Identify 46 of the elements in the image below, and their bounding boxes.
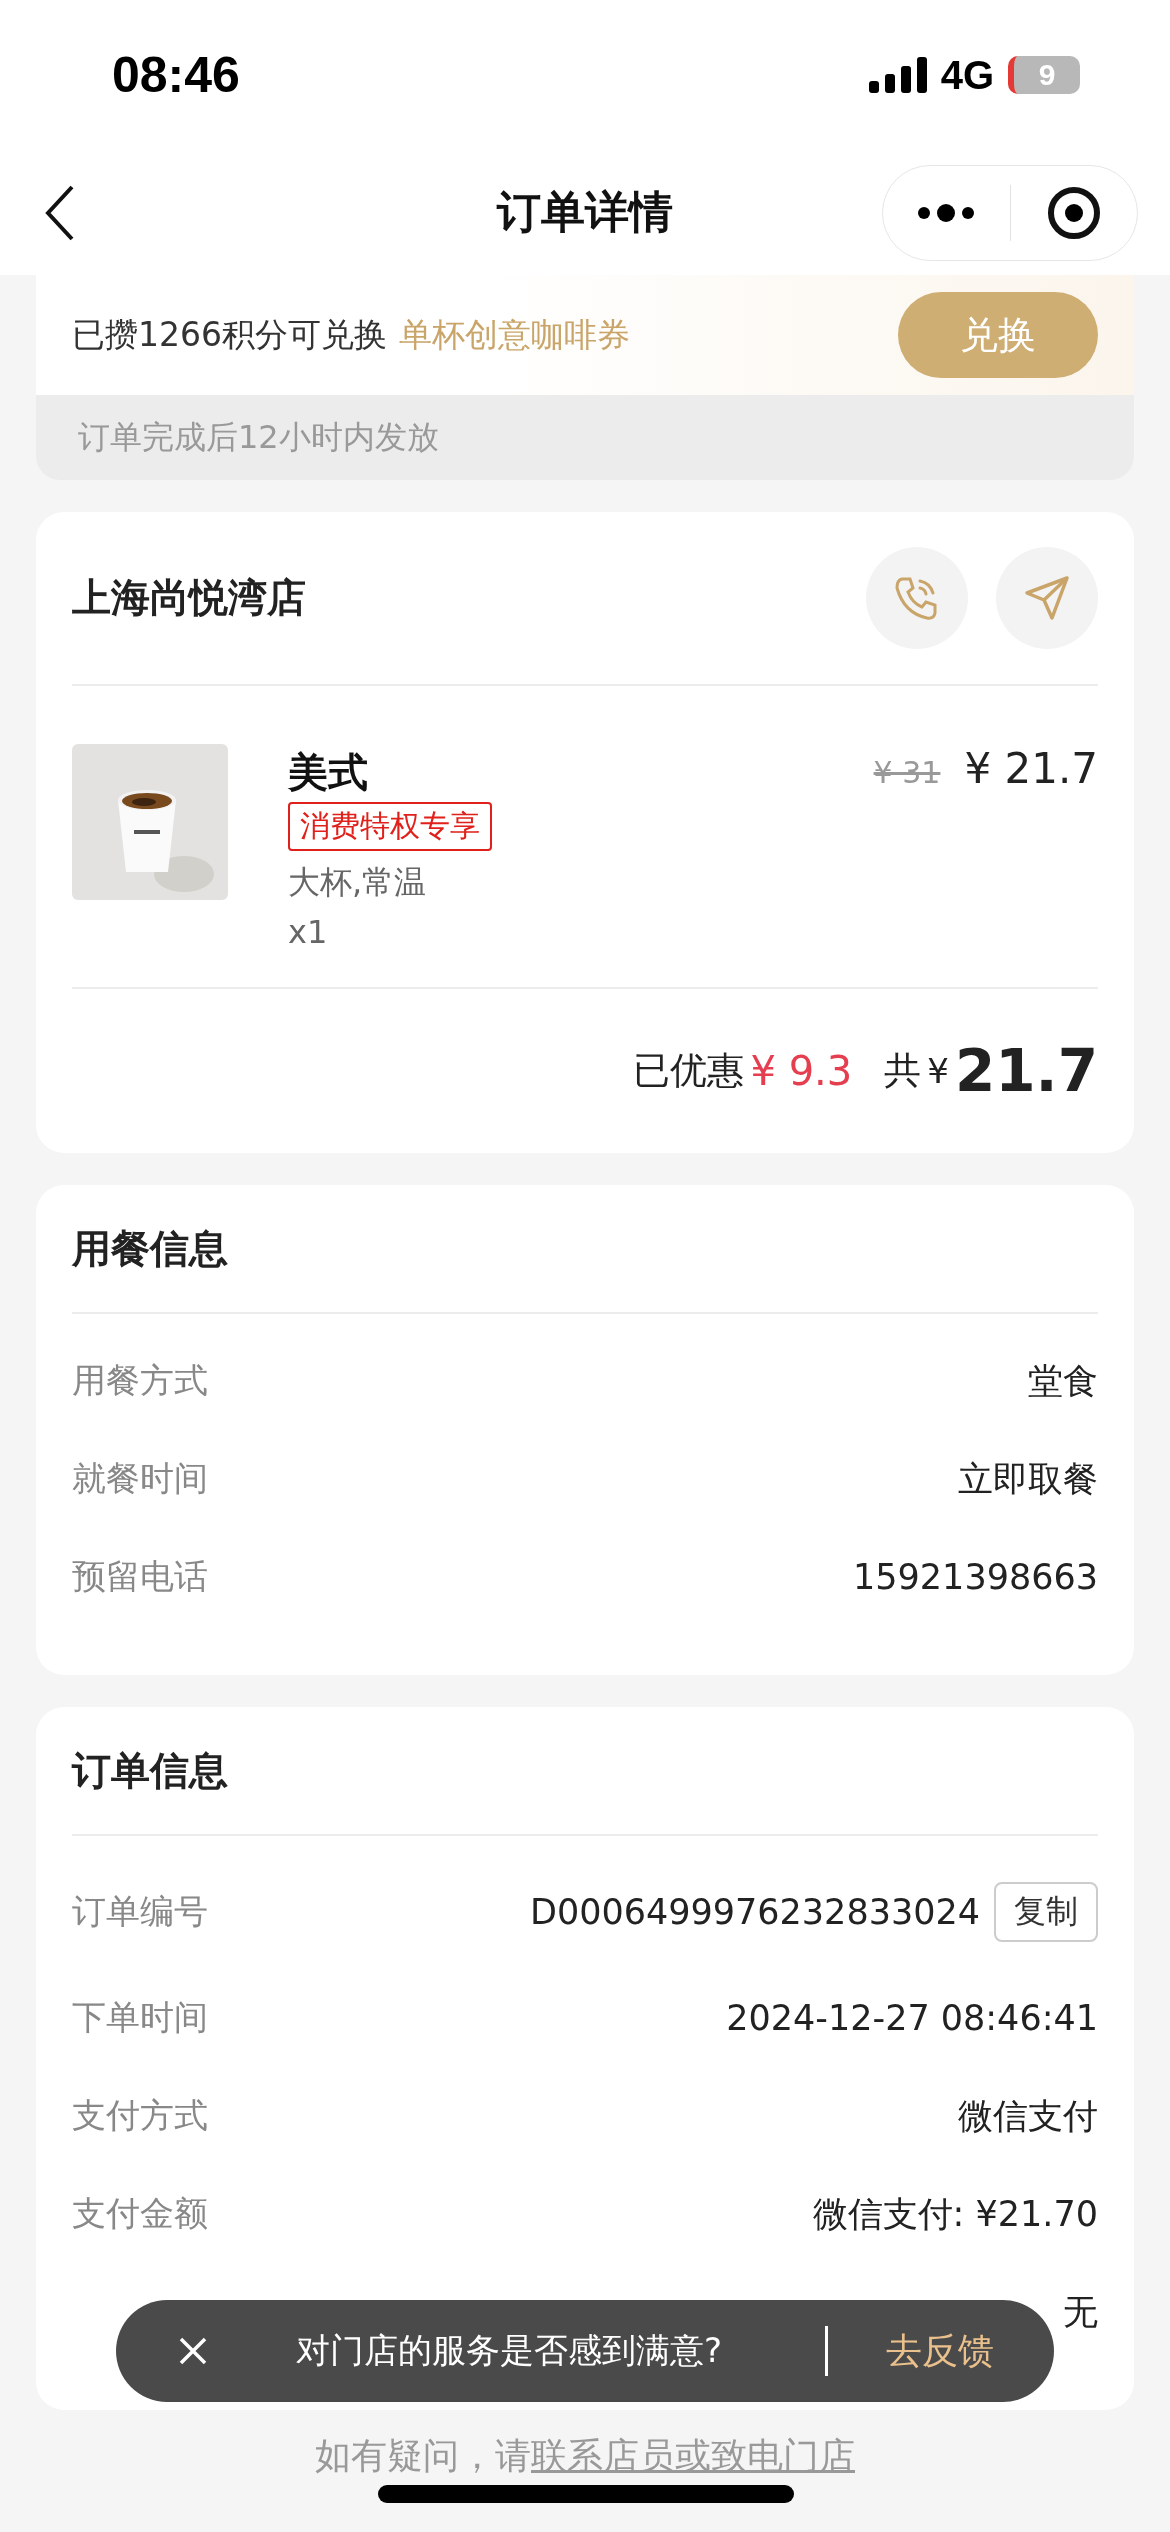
product-price: ¥ 21.7 (964, 744, 1098, 793)
points-text: 已攒1266积分可兑换 (72, 314, 387, 354)
product-name: 美式 (288, 748, 368, 797)
info-label: 预留电话 (72, 1555, 208, 1598)
points-note: 订单完成后12小时内发放 (77, 416, 440, 458)
copy-button[interactable]: 复制 (994, 1881, 1098, 1942)
info-value: 立即取餐 (958, 1457, 1098, 1501)
dots-icon (918, 202, 975, 223)
footer-text: 如有疑问，请 (315, 2436, 531, 2476)
info-value: 微信支付: ¥21.70 (812, 2192, 1098, 2236)
total-amount: 21.7 (954, 1037, 1098, 1105)
back-icon[interactable] (44, 184, 76, 241)
coupon-name: 单杯创意咖啡券 (399, 314, 630, 354)
original-price: ¥ 31 (873, 755, 941, 790)
info-label: 下单时间 (72, 1996, 208, 2039)
info-label: 支付金额 (72, 2192, 208, 2235)
info-value: 无 (1063, 2290, 1098, 2334)
promo-tag: 消费特权专享 (288, 802, 492, 851)
feedback-link[interactable]: 去反馈 (886, 2326, 994, 2376)
network-label: 4G (940, 52, 994, 98)
info-value: 15921398663 (853, 1557, 1098, 1597)
product-specs: 大杯,常温 (288, 862, 427, 903)
close-icon[interactable] (178, 2336, 208, 2366)
signal-icon (868, 57, 927, 93)
target-icon (1046, 185, 1101, 240)
info-value: 2024-12-27 08:46:41 (726, 1998, 1098, 2038)
page-title: 订单详情 (495, 185, 674, 239)
info-label: 订单编号 (72, 1889, 208, 1933)
section-title: 用餐信息 (72, 1224, 228, 1273)
currency-sign: ¥ (927, 1051, 949, 1091)
product-quantity: x1 (288, 912, 328, 953)
section-title: 订单信息 (72, 1746, 228, 1795)
info-value: 堂食 (1028, 1359, 1098, 1403)
discount-amount: ¥ 9.3 (750, 1048, 853, 1094)
info-label: 支付方式 (72, 2094, 208, 2137)
info-value: 微信支付 (958, 2094, 1098, 2138)
toast-message: 对门店的服务是否感到满意? (296, 2329, 724, 2372)
info-label: 就餐时间 (72, 1457, 208, 1500)
battery-level: 9 (1008, 56, 1080, 94)
status-time: 08:46 (112, 46, 240, 104)
info-value: D0006499976232833024 (529, 1891, 980, 1932)
discount-label: 已优惠 (633, 1048, 745, 1094)
store-name: 上海尚悦湾店 (72, 574, 306, 622)
total-label: 共 (884, 1048, 922, 1094)
info-label: 用餐方式 (72, 1359, 208, 1402)
send-icon (1022, 573, 1072, 623)
